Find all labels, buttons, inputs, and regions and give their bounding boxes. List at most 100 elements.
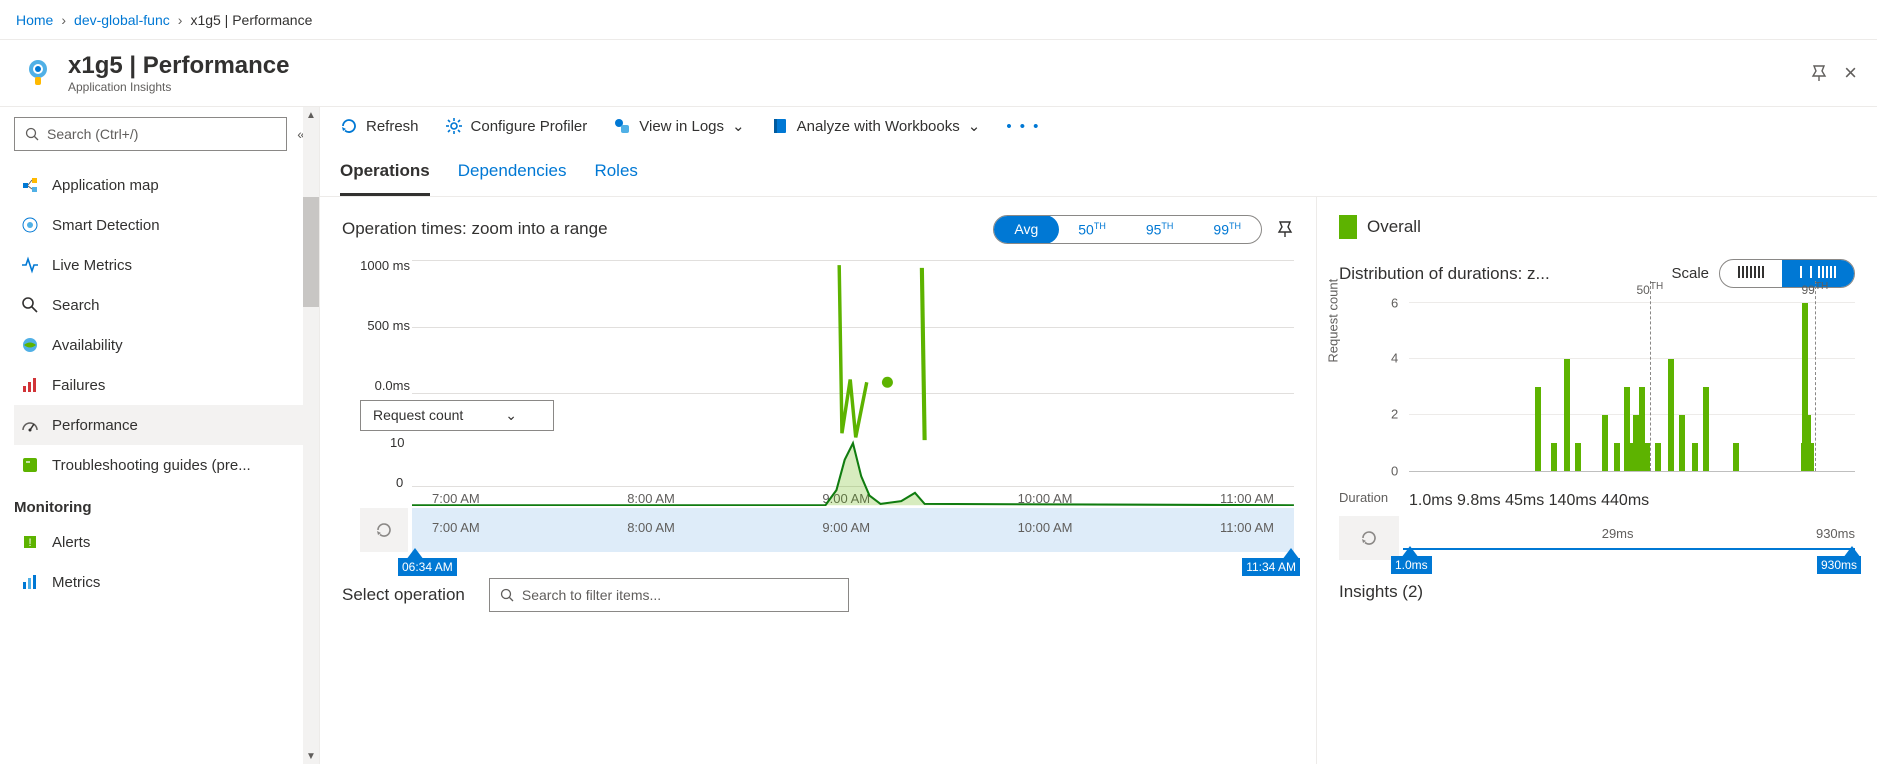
pill-95th[interactable]: 95TH xyxy=(1126,216,1194,243)
distribution-bar xyxy=(1644,443,1650,471)
scale-label: Scale xyxy=(1671,265,1709,282)
y-tick-label: 10 xyxy=(390,435,404,450)
slider-start-label: 06:34 AM xyxy=(398,558,457,576)
sidebar: Search (Ctrl+/) « Application map Smart … xyxy=(0,107,320,764)
y-tick-label: 1000 ms xyxy=(342,258,410,273)
distribution-bar xyxy=(1692,443,1698,471)
sidebar-item-performance[interactable]: Performance xyxy=(14,405,305,445)
app-insights-icon xyxy=(20,55,56,91)
guide-icon xyxy=(20,455,40,475)
sidebar-search-input[interactable]: Search (Ctrl+/) xyxy=(14,117,287,151)
configure-profiler-button[interactable]: Configure Profiler xyxy=(445,117,588,135)
pin-chart-icon[interactable] xyxy=(1276,220,1294,238)
y-tick-label: 500 ms xyxy=(342,318,410,333)
sidebar-item-alerts[interactable]: ! Alerts xyxy=(14,522,305,562)
sidebar-item-label: Troubleshooting guides (pre... xyxy=(52,457,251,474)
reset-zoom-button[interactable] xyxy=(1339,516,1399,560)
sidebar-item-smart-detection[interactable]: Smart Detection xyxy=(14,205,305,245)
chevron-down-icon: ⌄ xyxy=(732,117,745,135)
sidebar-section-monitoring: Monitoring xyxy=(14,499,305,516)
refresh-label: Refresh xyxy=(366,118,419,135)
y-tick-label: 4 xyxy=(1391,351,1398,366)
overall-label: Overall xyxy=(1367,217,1421,237)
x-tick-label: 45ms xyxy=(1505,492,1544,509)
distribution-bar xyxy=(1679,415,1685,471)
scale-linear-button[interactable] xyxy=(1720,260,1782,287)
y-tick-label: 6 xyxy=(1391,296,1398,311)
tab-roles[interactable]: Roles xyxy=(594,151,637,196)
y-tick-label: 0 xyxy=(396,475,403,490)
slider-start-label: 1.0ms xyxy=(1391,556,1432,574)
sidebar-item-live-metrics[interactable]: Live Metrics xyxy=(14,245,305,285)
y-axis-label: Request count xyxy=(1326,279,1341,363)
main-content: Refresh Configure Profiler View in Logs … xyxy=(320,107,1877,764)
sidebar-item-failures[interactable]: Failures xyxy=(14,365,305,405)
tab-operations[interactable]: Operations xyxy=(340,151,430,196)
refresh-button[interactable]: Refresh xyxy=(340,117,419,135)
pin-icon[interactable] xyxy=(1810,64,1828,82)
select-value: Request count xyxy=(373,407,463,423)
operations-panel: Operation times: zoom into a range Avg 5… xyxy=(320,197,1317,764)
search-icon xyxy=(20,295,40,315)
sidebar-item-label: Alerts xyxy=(52,534,90,551)
slider-end-label-top: 930ms xyxy=(1816,526,1855,541)
linear-bars-icon xyxy=(1738,264,1764,278)
slider-end-label: 11:34 AM xyxy=(1242,558,1300,576)
sidebar-item-troubleshooting[interactable]: Troubleshooting guides (pre... xyxy=(14,445,305,485)
sidebar-item-application-map[interactable]: Application map xyxy=(14,165,305,205)
distribution-title: Distribution of durations: z... xyxy=(1339,264,1661,284)
chevron-right-icon: › xyxy=(61,12,66,28)
pill-50th[interactable]: 50TH xyxy=(1058,216,1126,243)
filter-operations-input[interactable]: Search to filter items... xyxy=(489,578,849,612)
x-tick-label: 7:00 AM xyxy=(432,520,480,535)
sidebar-item-search[interactable]: Search xyxy=(14,285,305,325)
percentile-selector: Avg 50TH 95TH 99TH xyxy=(993,215,1262,244)
distribution-bar xyxy=(1733,443,1739,471)
p50-label: 50TH xyxy=(1636,281,1663,297)
request-count-select[interactable]: Request count ⌄ xyxy=(360,400,554,431)
scrollbar-thumb[interactable] xyxy=(303,197,319,307)
select-operation-title: Select operation xyxy=(342,585,465,605)
slider-mid-label: 29ms xyxy=(1602,526,1634,541)
distribution-chart[interactable]: Request count 6 4 2 0 50TH 99TH xyxy=(1339,302,1855,492)
svg-text:!: ! xyxy=(28,537,31,549)
tab-bar: Operations Dependencies Roles xyxy=(320,151,1877,197)
breadcrumb-resource[interactable]: dev-global-func xyxy=(74,12,170,28)
operation-times-chart[interactable]: 1000 ms 500 ms 0.0ms xyxy=(342,260,1294,394)
breadcrumb: Home › dev-global-func › x1g5 | Performa… xyxy=(0,0,1877,40)
distribution-bar xyxy=(1535,387,1541,471)
detection-icon xyxy=(20,215,40,235)
sidebar-item-metrics[interactable]: Metrics xyxy=(14,562,305,602)
sidebar-item-label: Failures xyxy=(52,377,105,394)
distribution-bar xyxy=(1602,415,1608,471)
map-icon xyxy=(20,175,40,195)
alerts-icon: ! xyxy=(20,532,40,552)
x-tick-label: 140ms xyxy=(1549,492,1597,509)
time-range-slider[interactable]: 7:00 AM 8:00 AM 9:00 AM 10:00 AM 11:00 A… xyxy=(360,508,1294,552)
y-tick-label: 0.0ms xyxy=(342,378,410,393)
sidebar-item-label: Search xyxy=(52,297,100,314)
configure-label: Configure Profiler xyxy=(471,118,588,135)
scroll-down-icon[interactable]: ▼ xyxy=(303,748,319,764)
pill-avg[interactable]: Avg xyxy=(993,215,1059,244)
reset-zoom-button[interactable] xyxy=(360,508,408,552)
x-tick-label: 440ms xyxy=(1601,492,1649,509)
request-count-chart[interactable] xyxy=(412,435,1294,487)
distribution-bar xyxy=(1551,443,1557,471)
scroll-up-icon[interactable]: ▲ xyxy=(303,107,319,123)
metrics-icon xyxy=(20,572,40,592)
distribution-bar xyxy=(1614,443,1620,471)
tab-dependencies[interactable]: Dependencies xyxy=(458,151,567,196)
y-tick-label: 0 xyxy=(1391,464,1398,479)
sidebar-item-availability[interactable]: Availability xyxy=(14,325,305,365)
view-in-logs-button[interactable]: View in Logs ⌄ xyxy=(613,117,744,135)
breadcrumb-home[interactable]: Home xyxy=(16,12,53,28)
duration-range-slider[interactable]: 29ms 930ms 1.0ms 930ms xyxy=(1339,516,1855,560)
log-bars-icon xyxy=(1800,264,1836,278)
more-button[interactable]: • • • xyxy=(1006,118,1040,135)
close-icon[interactable]: × xyxy=(1844,60,1857,86)
page-title: x1g5 | Performance xyxy=(68,52,289,80)
analyze-workbooks-button[interactable]: Analyze with Workbooks ⌄ xyxy=(771,117,981,135)
pill-99th[interactable]: 99TH xyxy=(1193,216,1261,243)
distribution-bar xyxy=(1655,443,1661,471)
